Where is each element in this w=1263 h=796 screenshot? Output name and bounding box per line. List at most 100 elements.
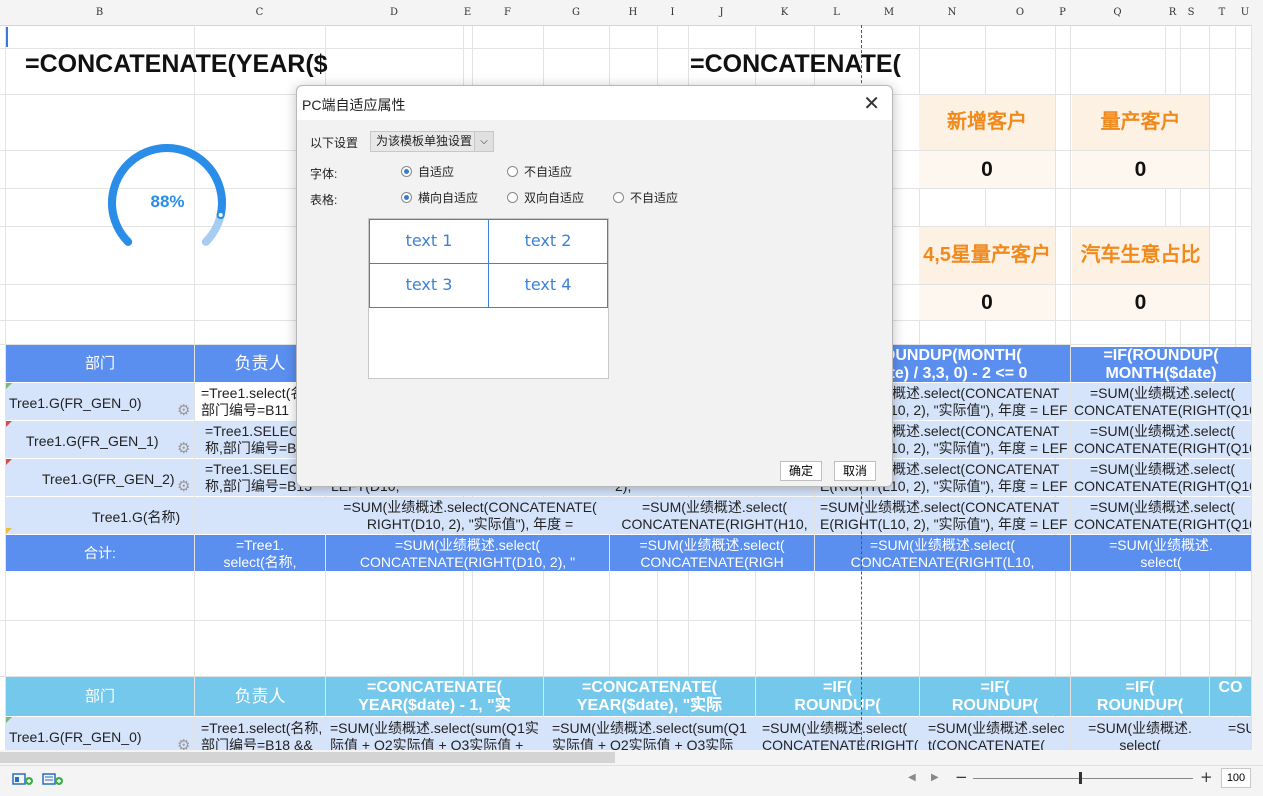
title-formula-right[interactable]: =CONCATENATE( [690, 50, 901, 79]
kpi-value-mass-customers[interactable]: 0 [1072, 151, 1209, 188]
t2-header-q[interactable]: =IF( ROUNDUP( [1071, 677, 1209, 716]
setting-select[interactable]: 为该模板单独设置 ⌵ [370, 131, 494, 152]
table-radio-none[interactable]: 不自适应 [613, 190, 678, 206]
kpi-value-auto-share[interactable]: 0 [1072, 285, 1209, 320]
kpi-title-mass-customers[interactable]: 量产客户 [1072, 95, 1209, 150]
t1-row3-dept[interactable]: Tree1.G(名称) [6, 497, 194, 534]
t1-row1-dept[interactable]: Tree1.G(FR_GEN_1) [6, 421, 194, 458]
col-header-e[interactable]: E [463, 0, 472, 25]
col-header-m[interactable]: M [859, 0, 919, 25]
gauge-value: 88% [150, 192, 185, 211]
t2-header-k[interactable]: =IF( ROUNDUP( [756, 677, 919, 716]
col-header-d[interactable]: D [325, 0, 463, 25]
col-header-r[interactable]: R [1165, 0, 1180, 25]
cancel-button[interactable]: 取消 [834, 461, 876, 481]
col-header-n[interactable]: N [919, 0, 985, 25]
font-radio-none[interactable]: 不自适应 [507, 164, 572, 180]
preview-cell-1: text 1 [369, 219, 489, 264]
t1-header-formula-q[interactable]: =IF(ROUNDUP( MONTH($date) [1071, 347, 1251, 382]
gear-icon[interactable]: ⚙ [177, 441, 191, 456]
t2-row0-t[interactable]: =SU [1210, 717, 1251, 750]
setting-select-value: 为该模板单独设置 [376, 134, 473, 148]
t2-row0-g[interactable]: =SUM(业绩概述.select(sum(Q1 实际值 + Q2实际值 + Q3… [544, 717, 755, 750]
scroll-left-icon[interactable]: ◀ [908, 772, 916, 783]
col-header-i[interactable]: I [657, 0, 688, 25]
t2-header-g[interactable]: =CONCATENATE( YEAR($date), "实际 [544, 677, 755, 716]
t2-row0-d[interactable]: =SUM(业绩概述.select(sum(Q1实 际值 + Q2实际值 + Q3… [326, 717, 543, 750]
kpi-title-45star-customers[interactable]: 4,5星量产客户 [919, 227, 1055, 284]
t2-header-owner[interactable]: 负责人 [195, 677, 325, 716]
t1-row3-d[interactable]: =SUM(业绩概述.select(CONCATENATE( RIGHT(D10,… [326, 497, 609, 534]
add-sheet-icon[interactable] [12, 772, 33, 786]
t1-row2-q[interactable]: =SUM(业绩概述.select( CONCATENATE(RIGHT(Q10 [1071, 459, 1251, 496]
t2-header-d[interactable]: =CONCATENATE( YEAR($date) - 1, "实 [326, 677, 543, 716]
col-header-t[interactable]: T [1209, 0, 1235, 25]
col-header-o[interactable]: O [985, 0, 1055, 25]
title-formula-left[interactable]: =CONCATENATE(YEAR($ [25, 50, 328, 79]
t2-row0-q[interactable]: =SUM(业绩概述. select( [1071, 717, 1209, 750]
t1-header-formula-l[interactable]: =ROUNDUP(MONTH( $date) / 3,3, 0) - 2 <= … [862, 347, 1070, 382]
t1-row3-owner[interactable] [195, 497, 325, 534]
col-header-h[interactable]: H [609, 0, 657, 25]
t2-header-dept[interactable]: 部门 [6, 677, 194, 716]
t1-row3-q[interactable]: =SUM(业绩概述.select( CONCATENATE(RIGHT(Q10 [1071, 497, 1251, 534]
kpi-value-45star-customers[interactable]: 0 [919, 285, 1055, 320]
dialog-titlebar[interactable]: PC端自适应属性 ✕ [297, 86, 892, 120]
col-header-s[interactable]: S [1180, 0, 1202, 25]
t1-total-owner[interactable]: =Tree1. select(名称, [195, 535, 325, 571]
kpi-title-auto-share[interactable]: 汽车生意占比 [1072, 227, 1209, 284]
t1-total-l[interactable]: =SUM(业绩概述.select( CONCATENATE(RIGHT(L10, [815, 535, 1070, 571]
radio-unchecked-icon [507, 166, 518, 177]
col-header-g[interactable]: G [543, 0, 609, 25]
col-header-j[interactable]: J [688, 0, 755, 25]
t2-row0-k[interactable]: =SUM(业绩概述.select( CONCATENATE(RIGHT( [756, 717, 919, 750]
t1-total-d[interactable]: =SUM(业绩概述.select( CONCATENATE(RIGHT(D10,… [326, 535, 609, 571]
t1-row2-dept[interactable]: Tree1.G(FR_GEN_2) [6, 459, 194, 496]
kpi-value-new-customers[interactable]: 0 [919, 151, 1055, 188]
t1-header-dept[interactable]: 部门 [6, 345, 194, 382]
t1-total-h[interactable]: =SUM(业绩概述.select( CONCATENATE(RIGH [610, 535, 814, 571]
cell-flag-icon [6, 528, 12, 534]
t2-header-n[interactable]: =IF( ROUNDUP( [920, 677, 1070, 716]
col-header-p[interactable]: P [1055, 0, 1070, 25]
col-header-b[interactable]: B [5, 0, 194, 25]
vertical-scrollbar[interactable] [1251, 25, 1263, 750]
kpi-title-new-customers[interactable]: 新增客户 [919, 95, 1055, 150]
add-report-icon[interactable] [42, 772, 63, 786]
table-radio-both[interactable]: 双向自适应 [507, 190, 584, 206]
horizontal-scroll-thumb[interactable] [0, 752, 615, 763]
t1-row0-q[interactable]: =SUM(业绩概述.select( CONCATENATE(RIGHT(Q10 [1071, 383, 1251, 420]
t1-total-q[interactable]: =SUM(业绩概述. select( [1071, 535, 1251, 571]
t1-row3-h[interactable]: =SUM(业绩概述.select( CONCATENATE(RIGHT(H10,… [610, 497, 814, 534]
t2-row0-owner[interactable]: =Tree1.select(名称, 部门编号=B18 && [195, 717, 325, 750]
gear-icon[interactable]: ⚙ [177, 479, 191, 494]
ok-button[interactable]: 确定 [780, 461, 822, 481]
t2-row0-dept[interactable]: Tree1.G(FR_GEN_0) [6, 717, 194, 750]
col-header-l[interactable]: L [814, 0, 859, 25]
col-header-f[interactable]: F [472, 0, 543, 25]
col-header-u[interactable]: U [1235, 0, 1255, 25]
horizontal-scrollbar[interactable] [0, 750, 1263, 765]
col-header-q[interactable]: Q [1070, 0, 1165, 25]
t1-row1-q[interactable]: =SUM(业绩概述.select( CONCATENATE(RIGHT(Q10 [1071, 421, 1251, 458]
t1-total-label[interactable]: 合计: [6, 535, 194, 571]
t2-header-t[interactable]: CO [1210, 677, 1251, 716]
gear-icon[interactable]: ⚙ [177, 403, 191, 418]
layout-preview: text 1 text 2 text 3 text 4 [368, 218, 609, 379]
table-radio-horizontal[interactable]: 横向自适应 [401, 190, 478, 206]
col-header-c[interactable]: C [194, 0, 325, 25]
t2-row0-n[interactable]: =SUM(业绩概述.selec t(CONCATENATE( [920, 717, 1070, 750]
chevron-down-icon[interactable]: ⌵ [474, 132, 493, 151]
zoom-level-input[interactable]: 100 [1221, 768, 1251, 788]
status-bar: ◀ ▶ − + 100 [0, 765, 1263, 796]
zoom-in-button[interactable]: + [1200, 768, 1213, 786]
close-icon[interactable]: ✕ [863, 91, 880, 115]
font-radio-adaptive[interactable]: 自适应 [401, 164, 454, 180]
zoom-slider[interactable] [973, 772, 1193, 784]
scroll-right-icon[interactable]: ▶ [931, 772, 939, 783]
zoom-slider-thumb[interactable] [1078, 772, 1082, 784]
t1-row3-l[interactable]: =SUM(业绩概述.select(CONCATENAT E(RIGHT(L10,… [815, 497, 1070, 534]
zoom-out-button[interactable]: − [955, 768, 968, 786]
col-header-k[interactable]: K [755, 0, 814, 25]
t1-row0-dept[interactable]: Tree1.G(FR_GEN_0) [6, 383, 194, 420]
